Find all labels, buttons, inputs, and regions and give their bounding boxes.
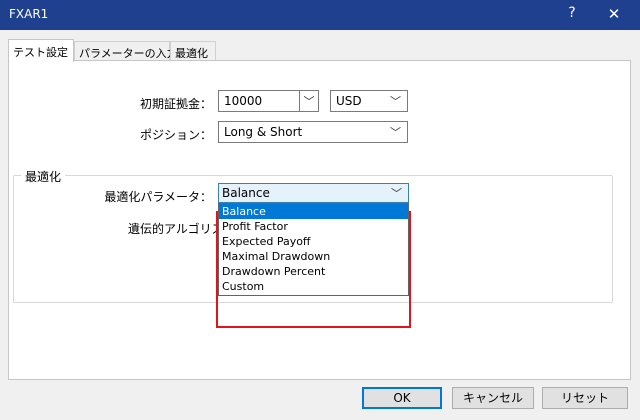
dropdown-option-maximal-drawdown[interactable]: Maximal Drawdown [219, 249, 408, 264]
currency-select[interactable]: USD ﹀ [330, 90, 408, 112]
chevron-down-icon: ﹀ [390, 95, 401, 108]
dropdown-option-custom[interactable]: Custom [219, 279, 408, 294]
currency-value: USD [336, 94, 362, 108]
dropdown-option-profit-factor[interactable]: Profit Factor [219, 219, 408, 234]
deposit-value: 10000 [224, 94, 263, 108]
dropdown-option-drawdown-percent[interactable]: Drawdown Percent [219, 264, 408, 279]
tab-test-settings[interactable]: テスト設定 [8, 39, 74, 62]
dropdown-option-expected-payoff[interactable]: Expected Payoff [219, 234, 408, 249]
help-icon[interactable]: ? [552, 5, 592, 25]
deposit-chevron-down-icon[interactable]: ﹀ [299, 90, 319, 112]
window-title: FXAR1 [9, 7, 49, 21]
deposit-input[interactable]: 10000 [218, 90, 300, 112]
optimization-param-value: Balance [222, 186, 270, 200]
reset-button[interactable]: リセット [542, 387, 628, 409]
optimization-group-title: 最適化 [21, 168, 66, 185]
tab-optimization[interactable]: 最適化 [170, 41, 216, 61]
chevron-down-icon: ﹀ [391, 187, 402, 200]
position-label: ポジション： [139, 128, 212, 142]
close-icon[interactable]: ✕ [596, 5, 632, 25]
genetic-algorithm-label: 遺伝的アルゴリズム [128, 222, 216, 236]
tab-parameters[interactable]: パラメーターの入力 [74, 41, 178, 61]
deposit-label: 初期証拠金： [139, 97, 212, 111]
dialog-body: テスト設定 パラメーターの入力 最適化 初期証拠金： 10000 ﹀ USD ﹀… [0, 30, 640, 420]
title-bar: FXAR1 ? ✕ [0, 0, 640, 30]
optimization-param-dropdown-list: Balance Profit Factor Expected Payoff Ma… [218, 203, 409, 296]
position-value: Long & Short [224, 125, 303, 139]
chevron-down-icon: ﹀ [390, 126, 401, 139]
position-select[interactable]: Long & Short ﹀ [218, 121, 408, 143]
dropdown-option-balance[interactable]: Balance [219, 204, 408, 219]
ok-button[interactable]: OK [362, 387, 442, 409]
optimization-param-select[interactable]: Balance ﹀ [218, 183, 409, 203]
optimization-param-label: 最適化パラメータ： [104, 190, 212, 204]
cancel-button[interactable]: キャンセル [452, 387, 534, 409]
